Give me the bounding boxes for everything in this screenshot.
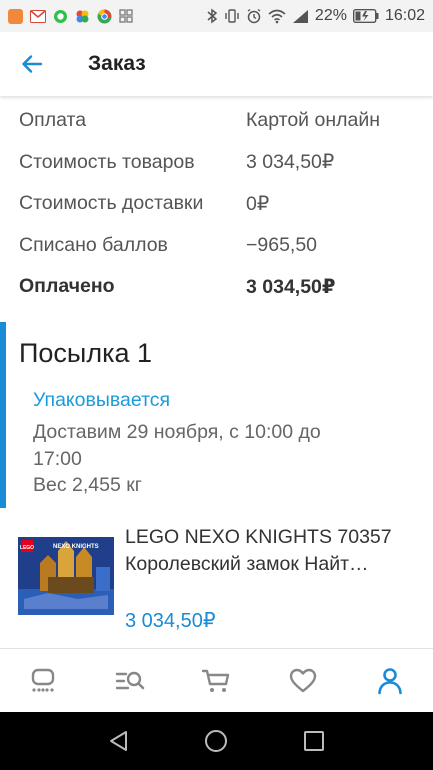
cart-icon [202, 669, 230, 692]
wifi-icon [268, 9, 286, 23]
mail-icon [8, 8, 23, 24]
vibrate-icon [225, 9, 239, 23]
catalog-search-icon [115, 671, 145, 689]
status-bar: 22% 16:02 [0, 0, 433, 32]
clock: 16:02 [384, 7, 425, 24]
alarm-icon [247, 8, 261, 24]
bluetooth-icon [207, 8, 218, 24]
summary-label: Стоимость товаров [19, 150, 195, 173]
parcel-delivery-window: Доставим 29 ноября, с 10:00 до 17:00 [33, 421, 321, 470]
product-name[interactable]: LEGO NEXO KNIGHTS 70357 Королевский замо… [125, 524, 415, 578]
product-image-brand: LEGO [20, 545, 34, 551]
summary-row-delivery-cost: Стоимость доставки 0₽ [0, 183, 433, 225]
parcel-weight: Вес 2,455 кг [33, 474, 142, 496]
bottom-navigation [0, 648, 433, 712]
product-item[interactable]: LEGO NEXO KNIGHTS LEGO NEXO KNIGHTS 7035… [0, 520, 433, 640]
parcel-status: Упаковывается [33, 389, 171, 411]
parcel-accent-bar [0, 322, 6, 508]
system-navigation-bar [0, 712, 433, 770]
grid-icon [119, 9, 133, 23]
gmail-icon [30, 9, 46, 23]
summary-row-points: Списано баллов −965,50 [0, 225, 433, 267]
whatsapp-icon [54, 9, 67, 23]
triangle-back-icon [109, 731, 127, 751]
nav-cart-button[interactable] [186, 651, 246, 711]
notification-icons [8, 8, 133, 24]
nav-catalog-button[interactable] [100, 651, 160, 711]
order-screen: 22% 16:02 Заказ Оплата Картой онлайн Сто… [0, 0, 433, 770]
system-icons: 22% 16:02 [206, 7, 425, 25]
parcel-card: Посылка 1 Упаковывается Доставим 29 нояб… [0, 322, 433, 508]
summary-label: Оплачено [19, 275, 115, 298]
summary-value: Картой онлайн [246, 109, 380, 132]
nav-profile-button[interactable] [360, 651, 420, 711]
summary-row-paid-total: Оплачено 3 034,50₽ [0, 266, 433, 308]
circle-home-icon [205, 730, 228, 752]
summary-value: 3 034,50₽ [246, 275, 336, 298]
system-back-button[interactable] [94, 716, 144, 766]
summary-value: −965,50 [246, 233, 318, 256]
summary-label: Списано баллов [19, 233, 168, 256]
favorites-heart-icon [289, 668, 317, 692]
product-price: 3 034,50₽ [125, 610, 216, 632]
nav-favorites-button[interactable] [273, 651, 333, 711]
summary-label: Стоимость доставки [19, 192, 204, 215]
summary-row-payment: Оплата Картой онлайн [0, 100, 433, 142]
square-recents-icon [304, 731, 325, 751]
home-icon [32, 668, 55, 692]
chrome-icon [97, 9, 112, 23]
system-home-button[interactable] [191, 716, 241, 766]
summary-value: 0₽ [246, 192, 270, 215]
parcel-title: Посылка 1 [19, 338, 153, 368]
product-image-series: NEXO KNIGHTS [53, 544, 99, 550]
nav-home-button[interactable] [13, 651, 73, 711]
signal-icon [292, 9, 308, 23]
battery-percent: 22% [314, 7, 347, 24]
back-button[interactable] [0, 32, 64, 96]
order-summary: Оплата Картой онлайн Стоимость товаров 3… [0, 100, 433, 308]
arrow-left-icon [22, 55, 43, 73]
battery-charging-icon [352, 9, 379, 23]
summary-value: 3 034,50₽ [246, 151, 335, 174]
product-image: LEGO NEXO KNIGHTS [18, 537, 114, 615]
system-recents-button[interactable] [289, 716, 339, 766]
profile-icon [377, 667, 402, 694]
photos-icon [76, 10, 89, 22]
app-bar: Заказ [0, 32, 433, 96]
page-title: Заказ [88, 52, 146, 75]
summary-row-goods-cost: Стоимость товаров 3 034,50₽ [0, 142, 433, 184]
summary-label: Оплата [19, 109, 87, 132]
